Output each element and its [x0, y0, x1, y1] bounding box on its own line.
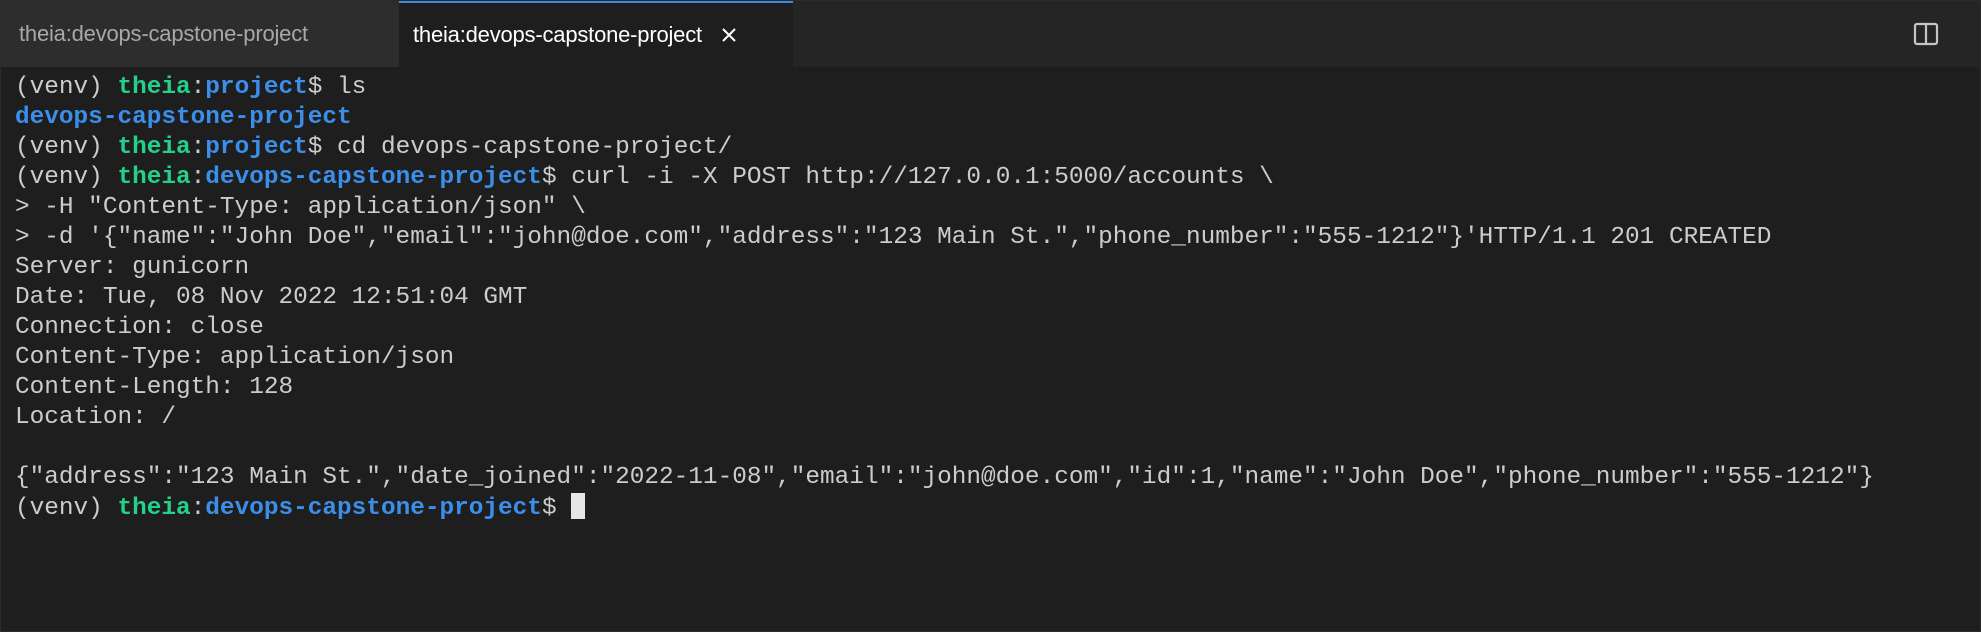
- command-text: ls: [337, 74, 367, 101]
- prompt-line: (venv) theia:devops-capstone-project$: [15, 493, 1970, 523]
- tab-bar: theia:devops-capstone-project theia:devo…: [1, 1, 1980, 67]
- prompt-colon: :: [190, 495, 206, 522]
- prompt-path: devops-capstone-project: [205, 164, 542, 191]
- tab-terminal-2[interactable]: theia:devops-capstone-project: [399, 1, 793, 67]
- prompt-dollar: $: [541, 495, 572, 522]
- prompt-line: (venv) theia:project$ cd devops-capstone…: [15, 133, 1970, 163]
- command-text: cd devops-capstone-project/: [337, 134, 733, 161]
- output-line: Content-Length: 128: [15, 373, 1970, 403]
- terminal-window: theia:devops-capstone-project theia:devo…: [0, 0, 1981, 632]
- output-text: > -d '{"name":"John Doe","email":"john@d…: [15, 224, 1772, 251]
- output-text: Server: gunicorn: [15, 254, 250, 281]
- output-line: Server: gunicorn: [15, 253, 1970, 283]
- output-line: Connection: close: [15, 313, 1970, 343]
- prompt-dollar: $: [307, 134, 338, 161]
- directory-name: devops-capstone-project: [15, 104, 352, 131]
- prompt-colon: :: [190, 74, 206, 101]
- prompt-colon: :: [190, 164, 206, 191]
- output-text: Connection: close: [15, 314, 264, 341]
- prompt-dollar: $: [307, 74, 338, 101]
- tab-label: theia:devops-capstone-project: [413, 22, 702, 47]
- output-line: Content-Type: application/json: [15, 343, 1970, 373]
- output-text: Content-Type: application/json: [15, 344, 455, 371]
- output-line: > -d '{"name":"John Doe","email":"john@d…: [15, 223, 1970, 253]
- output-line: {"address":"123 Main St.","date_joined":…: [15, 463, 1970, 493]
- terminal-cursor: [571, 493, 586, 519]
- prompt-venv: (venv): [15, 74, 118, 101]
- prompt-line: (venv) theia:project$ ls: [15, 73, 1970, 103]
- output-text: Location: /: [15, 404, 177, 431]
- prompt-dollar: $: [541, 164, 572, 191]
- output-line: Date: Tue, 08 Nov 2022 12:51:04 GMT: [15, 283, 1970, 313]
- prompt-user: theia: [117, 134, 191, 161]
- split-editor-icon[interactable]: [1912, 20, 1940, 48]
- output-line: Location: /: [15, 403, 1970, 433]
- tab-label: theia:devops-capstone-project: [19, 21, 308, 46]
- output-text: {"address":"123 Main St.","date_joined":…: [15, 464, 1874, 491]
- output-text: Content-Length: 128: [15, 374, 294, 401]
- output-text: > -H "Content-Type: application/json" \: [15, 194, 586, 221]
- terminal-output[interactable]: (venv) theia:project$ ls devops-capstone-…: [15, 73, 1970, 631]
- prompt-user: theia: [117, 164, 191, 191]
- output-line: > -H "Content-Type: application/json" \: [15, 193, 1970, 223]
- directory-listing: devops-capstone-project: [15, 103, 1970, 133]
- prompt-venv: (venv): [15, 164, 118, 191]
- close-icon[interactable]: [716, 22, 742, 48]
- command-text: curl -i -X POST http://127.0.0.1:5000/ac…: [571, 164, 1274, 191]
- prompt-venv: (venv): [15, 134, 118, 161]
- prompt-path: project: [205, 134, 308, 161]
- prompt-venv: (venv): [15, 495, 118, 522]
- prompt-user: theia: [117, 74, 191, 101]
- prompt-colon: :: [190, 134, 206, 161]
- tab-terminal-1[interactable]: theia:devops-capstone-project: [1, 1, 399, 67]
- prompt-path: project: [205, 74, 308, 101]
- prompt-user: theia: [117, 495, 191, 522]
- prompt-line: (venv) theia:devops-capstone-project$ cu…: [15, 163, 1970, 193]
- output-text: Date: Tue, 08 Nov 2022 12:51:04 GMT: [15, 284, 528, 311]
- prompt-path: devops-capstone-project: [205, 495, 542, 522]
